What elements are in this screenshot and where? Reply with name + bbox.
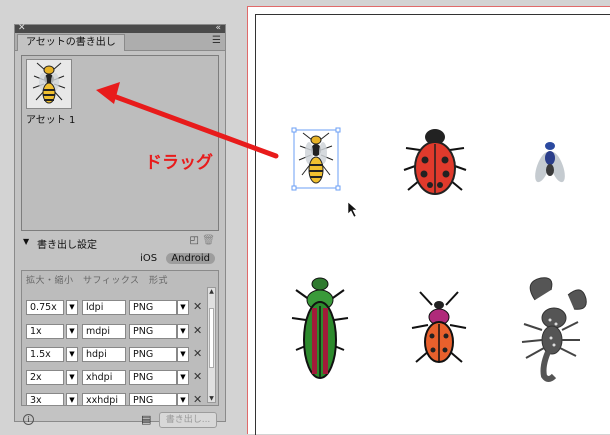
ladybug-icon[interactable] <box>403 129 467 195</box>
scorpion-icon[interactable] <box>521 277 587 382</box>
jewel-beetle-icon[interactable] <box>291 277 349 379</box>
wasp-icon[interactable] <box>291 127 341 191</box>
drag-arrow <box>96 82 279 159</box>
canvas-artwork <box>96 82 587 382</box>
drag-label: ドラッグ <box>145 153 213 173</box>
spotted-beetle-icon[interactable] <box>411 291 467 363</box>
fly-icon[interactable] <box>532 142 568 184</box>
cursor-icon <box>347 201 358 218</box>
